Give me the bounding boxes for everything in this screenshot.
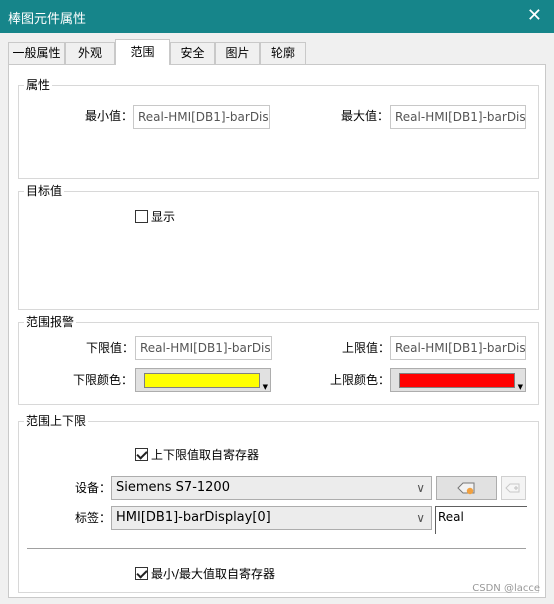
tab-appearance[interactable]: 外观 [65,42,115,64]
device-label: 设备： [74,481,111,495]
group-properties-legend: 属性 [24,78,53,93]
group-range-limits-legend: 范围上下限 [24,414,89,429]
window-title: 棒图元件属性 [8,12,87,27]
tab-page-range: 属性 最小值： Real-HMI[DB1]-barDisplay[0] 最大值：… [8,64,546,598]
lower-color-label: 下限颜色： [72,373,133,387]
group-properties: 属性 最小值： Real-HMI[DB1]-barDisplay[0] 最大值：… [18,78,539,179]
lower-value-label: 下限值： [85,341,134,355]
tag-add-icon [504,483,519,493]
max-value-field[interactable]: Real-HMI[DB1]-barDisplay[1] [390,105,526,129]
min-value-field[interactable]: Real-HMI[DB1]-barDisplay[0] [133,105,270,129]
tab-security[interactable]: 安全 [170,42,215,64]
min-value-label: 最小值： [84,109,133,123]
dropdown-arrow-icon: ▼ [262,383,268,391]
title-bar: 棒图元件属性 ✕ [0,0,554,33]
limits-from-register-label: 上下限值取自寄存器 [151,448,260,462]
tab-range[interactable]: 范围 [115,39,170,65]
show-target-box[interactable] [135,210,148,223]
group-target-legend: 目标值 [24,184,65,199]
separator [27,548,526,549]
type-frame-left [435,506,436,534]
minmax-from-register-label: 最小/最大值取自寄存器 [151,567,276,581]
close-icon[interactable]: ✕ [527,5,542,26]
minmax-from-register-checkbox[interactable]: 最小/最大值取自寄存器 [135,565,275,582]
group-range-alarm: 范围报警 下限值： Real-HMI[DB1]-barDisplay[2] 上限… [18,315,539,405]
chevron-down-icon: ∨ [416,511,425,525]
data-type-text: Real [438,510,464,524]
tab-picture[interactable]: 图片 [215,42,260,64]
upper-color-swatch [399,373,515,388]
watermark: CSDN @lacce [472,583,540,594]
upper-color-picker[interactable]: ▼ [390,368,526,392]
minmax-from-register-box[interactable] [135,567,148,580]
tab-general[interactable]: 一般属性 [8,42,65,64]
tag-label: 标签： [74,511,111,525]
upper-color-label: 上限颜色： [329,373,390,387]
group-range-alarm-legend: 范围报警 [24,315,77,330]
tag-select-value: HMI[DB1]-barDisplay[0] [116,510,271,525]
device-select-value: Siemens S7-1200 [116,480,230,495]
tag-browse-button[interactable] [436,476,497,500]
show-target-checkbox[interactable]: 显示 [135,208,175,225]
tag-icon [456,482,474,495]
group-target: 目标值 显示 [18,184,539,310]
type-frame-top [435,506,527,507]
show-target-label: 显示 [151,210,176,224]
dropdown-arrow-icon: ▼ [517,383,523,391]
tab-outline[interactable]: 轮廓 [260,42,306,64]
chevron-down-icon: ∨ [416,481,425,495]
lower-value-field[interactable]: Real-HMI[DB1]-barDisplay[2] [135,336,272,360]
lower-color-swatch [144,373,260,388]
device-select[interactable]: Siemens S7-1200 ∨ [111,476,432,500]
limits-from-register-box[interactable] [135,448,148,461]
upper-value-field[interactable]: Real-HMI[DB1]-barDisplay[3] [390,336,526,360]
max-value-label: 最大值： [340,109,389,123]
tag-select[interactable]: HMI[DB1]-barDisplay[0] ∨ [111,506,432,530]
lower-color-picker[interactable]: ▼ [135,368,271,392]
tag-add-button[interactable] [501,476,526,500]
upper-value-label: 上限值： [341,341,390,355]
limits-from-register-checkbox[interactable]: 上下限值取自寄存器 [135,446,259,463]
group-range-limits: 范围上下限 上下限值取自寄存器 设备： Siemens S7-1200 ∨ 标签… [18,414,539,593]
